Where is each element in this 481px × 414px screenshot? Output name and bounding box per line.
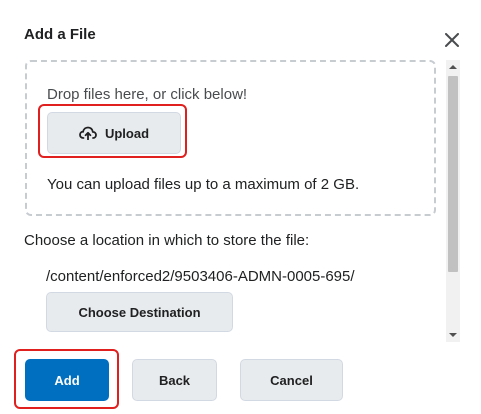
file-drop-zone[interactable]: Drop files here, or click below! Upload … bbox=[25, 60, 436, 216]
back-button[interactable]: Back bbox=[132, 359, 217, 401]
chevron-up-icon bbox=[449, 65, 457, 69]
max-size-text: You can upload files up to a maximum of … bbox=[47, 176, 360, 193]
cancel-button[interactable]: Cancel bbox=[240, 359, 343, 401]
upload-button-label: Upload bbox=[104, 125, 150, 141]
back-button-label: Back bbox=[158, 372, 191, 388]
add-button[interactable]: Add bbox=[25, 359, 109, 401]
scroll-down-arrow[interactable] bbox=[446, 328, 460, 342]
destination-path: /content/enforced2/9503406-ADMN-0005-695… bbox=[46, 268, 355, 285]
add-button-label: Add bbox=[54, 372, 80, 388]
choose-destination-label: Choose Destination bbox=[78, 304, 201, 320]
add-file-dialog: Add a File Drop files here, or click bel… bbox=[0, 0, 481, 414]
chevron-down-icon bbox=[449, 333, 457, 337]
dialog-title: Add a File bbox=[24, 26, 96, 43]
upload-button[interactable]: Upload bbox=[47, 112, 181, 154]
cancel-button-label: Cancel bbox=[270, 372, 313, 388]
vertical-scrollbar[interactable] bbox=[446, 60, 460, 342]
dialog-scroll-area: Drop files here, or click below! Upload … bbox=[0, 58, 462, 344]
close-button[interactable] bbox=[440, 28, 464, 52]
location-label: Choose a location in which to store the … bbox=[24, 232, 310, 249]
close-icon bbox=[445, 33, 459, 47]
cloud-upload-icon bbox=[79, 126, 97, 140]
drop-prompt: Drop files here, or click below! bbox=[47, 86, 248, 103]
scroll-thumb[interactable] bbox=[448, 76, 458, 272]
scroll-up-arrow[interactable] bbox=[446, 60, 460, 74]
choose-destination-button[interactable]: Choose Destination bbox=[46, 292, 233, 332]
